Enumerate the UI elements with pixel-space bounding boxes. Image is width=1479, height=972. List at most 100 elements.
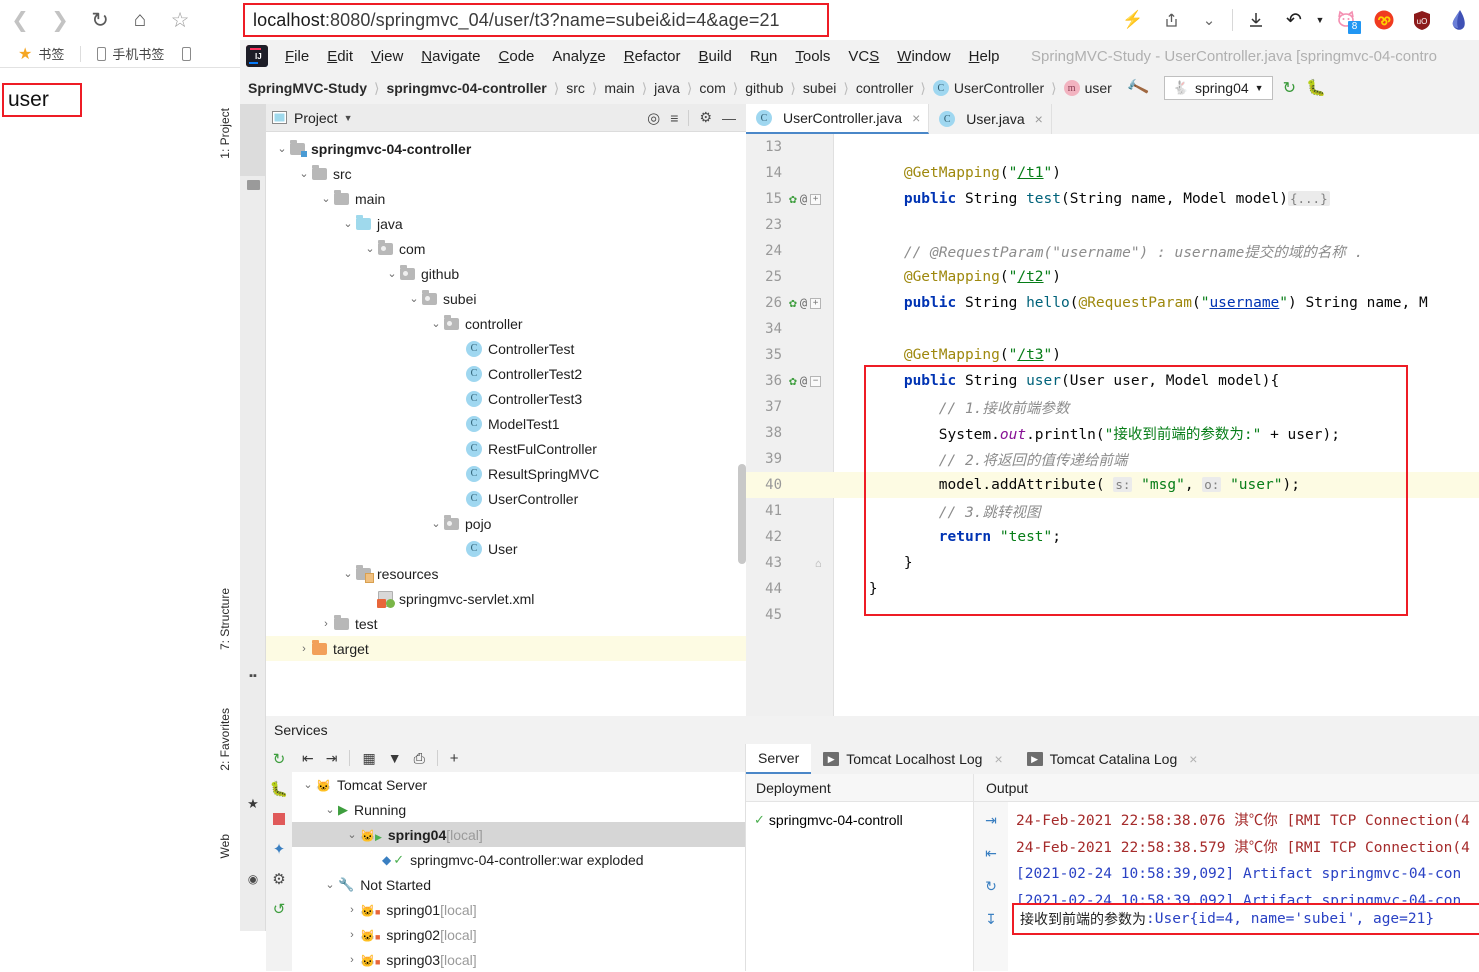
chevron-down-icon[interactable] <box>450 443 466 455</box>
rerun-failed-icon[interactable]: ✦ <box>270 840 288 858</box>
gutter-icons[interactable]: ⌂ <box>786 557 834 570</box>
chevron-down-icon[interactable]: ⌄ <box>274 142 290 155</box>
menu-vcs[interactable]: VCS <box>839 45 888 68</box>
gutter-icons[interactable]: ✿@− <box>786 374 834 389</box>
cat-extension-icon[interactable]: 8 <box>1327 0 1365 40</box>
tree-item-github[interactable]: ⌄github <box>266 261 746 286</box>
bookmark-folder-bookmarks[interactable]: ★ 书签 <box>12 42 70 66</box>
close-icon[interactable]: × <box>1189 751 1197 767</box>
scroll-to-end-icon[interactable]: ⇥ <box>985 812 997 829</box>
chevron-down-icon[interactable]: ▼ <box>344 113 353 123</box>
output-console[interactable]: 24-Feb-2021 22:58:38.076 淇℃你 [RMI TCP Co… <box>1008 802 1479 971</box>
service-item-spring01[interactable]: ›🐱■spring01 [local] <box>292 897 745 922</box>
menu-run[interactable]: Run <box>741 45 787 68</box>
service-item-spring04[interactable]: ⌄🐱▶spring04 [local] <box>292 822 745 847</box>
fold-collapse-icon[interactable]: − <box>810 376 821 387</box>
service-item-springmvc-04-controller-war-exploded[interactable]: ◆✓springmvc-04-controller:war exploded <box>292 847 745 872</box>
stop-icon[interactable] <box>270 810 288 828</box>
chevron-down-icon[interactable] <box>450 493 466 505</box>
log-tab-tomcat-localhost[interactable]: ▶ Tomcat Localhost Log × <box>811 744 1014 774</box>
log-tab-server[interactable]: Server <box>746 744 811 774</box>
chevron-down-icon[interactable] <box>450 543 466 555</box>
prev-icon[interactable]: ⇤ <box>985 845 997 862</box>
chevron-right-icon[interactable]: › <box>296 643 312 655</box>
chevron-down-icon[interactable]: ⌄ <box>300 778 316 791</box>
menu-window[interactable]: Window <box>888 45 959 68</box>
build-hammer-icon[interactable]: 🔨 <box>1125 75 1151 101</box>
download-icon[interactable] <box>1237 0 1275 40</box>
tool-window-project[interactable]: 1: Project <box>240 104 266 190</box>
menu-file[interactable]: File <box>276 45 318 68</box>
chevron-right-icon[interactable]: › <box>344 929 360 941</box>
annotation-gutter-icon[interactable]: @ <box>800 296 807 310</box>
spring-bean-icon[interactable]: ✿ <box>789 296 797 311</box>
run-configuration-selector[interactable]: 🐇 spring04 ▼ <box>1164 76 1273 100</box>
tree-item-resources[interactable]: ⌄resources <box>266 561 746 586</box>
breadcrumb-controller[interactable]: controller <box>854 80 916 96</box>
back-arrow-icon[interactable]: ❮ <box>0 0 40 40</box>
drop-extension-icon[interactable] <box>1441 0 1479 40</box>
menu-edit[interactable]: Edit <box>318 45 362 68</box>
tree-item-target[interactable]: ›target <box>266 636 746 661</box>
tree-item-pojo[interactable]: ⌄pojo <box>266 511 746 536</box>
spring-bean-icon[interactable]: ✿ <box>789 374 797 389</box>
annotation-gutter-icon[interactable]: @ <box>800 374 807 388</box>
star-outline-icon[interactable]: ☆ <box>160 0 200 40</box>
chevron-down-icon[interactable]: ⌄ <box>340 567 356 580</box>
chevron-down-icon[interactable]: ⌄ <box>340 217 356 230</box>
annotation-gutter-icon[interactable]: @ <box>800 192 807 206</box>
address-bar[interactable]: localhost:8080/springmvc_04/user/t3?name… <box>253 10 780 31</box>
menu-code[interactable]: Code <box>490 45 544 68</box>
tree-item-test[interactable]: ›test <box>266 611 746 636</box>
rerun-icon[interactable]: ↻ <box>270 750 288 768</box>
lightning-icon[interactable]: ⚡ <box>1114 0 1152 40</box>
tree-item-controller[interactable]: ⌄controller <box>266 311 746 336</box>
undo-icon[interactable]: ↶ <box>1275 0 1313 40</box>
tree-item-controllertest2[interactable]: CControllerTest2 <box>266 361 746 386</box>
breadcrumb-main[interactable]: main <box>602 80 636 96</box>
fold-expand-icon[interactable]: + <box>810 298 821 309</box>
chevron-down-icon[interactable] <box>450 393 466 405</box>
home-icon[interactable]: ⌂ <box>120 0 160 40</box>
chevron-down-icon[interactable] <box>450 418 466 430</box>
chevron-right-icon[interactable]: › <box>318 618 334 630</box>
tree-item-resultspringmvc[interactable]: CResultSpringMVC <box>266 461 746 486</box>
bookmark-extra[interactable] <box>176 45 197 63</box>
collapse-all-icon[interactable]: ≡ <box>670 110 678 126</box>
project-scrollbar[interactable] <box>738 464 746 564</box>
chevron-right-icon[interactable]: › <box>344 954 360 966</box>
chevron-down-icon[interactable]: ⌄ <box>344 828 360 841</box>
chevron-down-icon[interactable]: ⌄ <box>406 292 422 305</box>
tree-item-user[interactable]: CUser <box>266 536 746 561</box>
editor-tab-user[interactable]: C User.java × <box>929 104 1052 134</box>
tree-item-springmvc-04-controller[interactable]: ⌄springmvc-04-controller <box>266 136 746 161</box>
chevron-down-icon[interactable] <box>450 368 466 380</box>
spring-bean-icon[interactable]: ✿ <box>789 192 797 207</box>
tree-item-subei[interactable]: ⌄subei <box>266 286 746 311</box>
code-area[interactable]: 1314 @GetMapping("/t1")15✿@+ public Stri… <box>746 134 1479 716</box>
forward-arrow-icon[interactable]: ❯ <box>40 0 80 40</box>
tree-item-java[interactable]: ⌄java <box>266 211 746 236</box>
breadcrumb-github[interactable]: github <box>743 80 785 96</box>
locate-icon[interactable]: ◎ <box>647 109 660 127</box>
collapse-all-icon[interactable]: ⇥ <box>326 750 338 767</box>
service-item-tomcat-server[interactable]: ⌄🐱Tomcat Server <box>292 772 745 797</box>
menu-tools[interactable]: Tools <box>786 45 839 68</box>
log-tab-tomcat-catalina[interactable]: ▶ Tomcat Catalina Log × <box>1015 744 1210 774</box>
add-tab-icon[interactable]: ⎙ <box>414 750 425 767</box>
breadcrumb-com[interactable]: com <box>697 80 727 96</box>
chevron-down-icon[interactable] <box>450 343 466 355</box>
tool-window-favorites[interactable]: 2: Favorites ★ <box>240 704 266 812</box>
group-by-icon[interactable]: ▦ <box>362 750 375 767</box>
hide-icon[interactable]: — <box>722 110 736 126</box>
chevron-down-icon[interactable] <box>362 593 378 605</box>
chevron-down-icon[interactable]: ⌄ <box>428 317 444 330</box>
close-icon[interactable]: × <box>1035 111 1043 127</box>
fold-end-icon[interactable]: ⌂ <box>815 557 822 570</box>
breadcrumb-method-user[interactable]: m user <box>1062 80 1114 96</box>
menu-navigate[interactable]: Navigate <box>412 45 489 68</box>
close-icon[interactable]: × <box>912 110 920 126</box>
infinity-extension-icon[interactable] <box>1365 0 1403 40</box>
service-item-spring02[interactable]: ›🐱■spring02 [local] <box>292 922 745 947</box>
menu-analyze[interactable]: Analyze <box>543 45 614 68</box>
